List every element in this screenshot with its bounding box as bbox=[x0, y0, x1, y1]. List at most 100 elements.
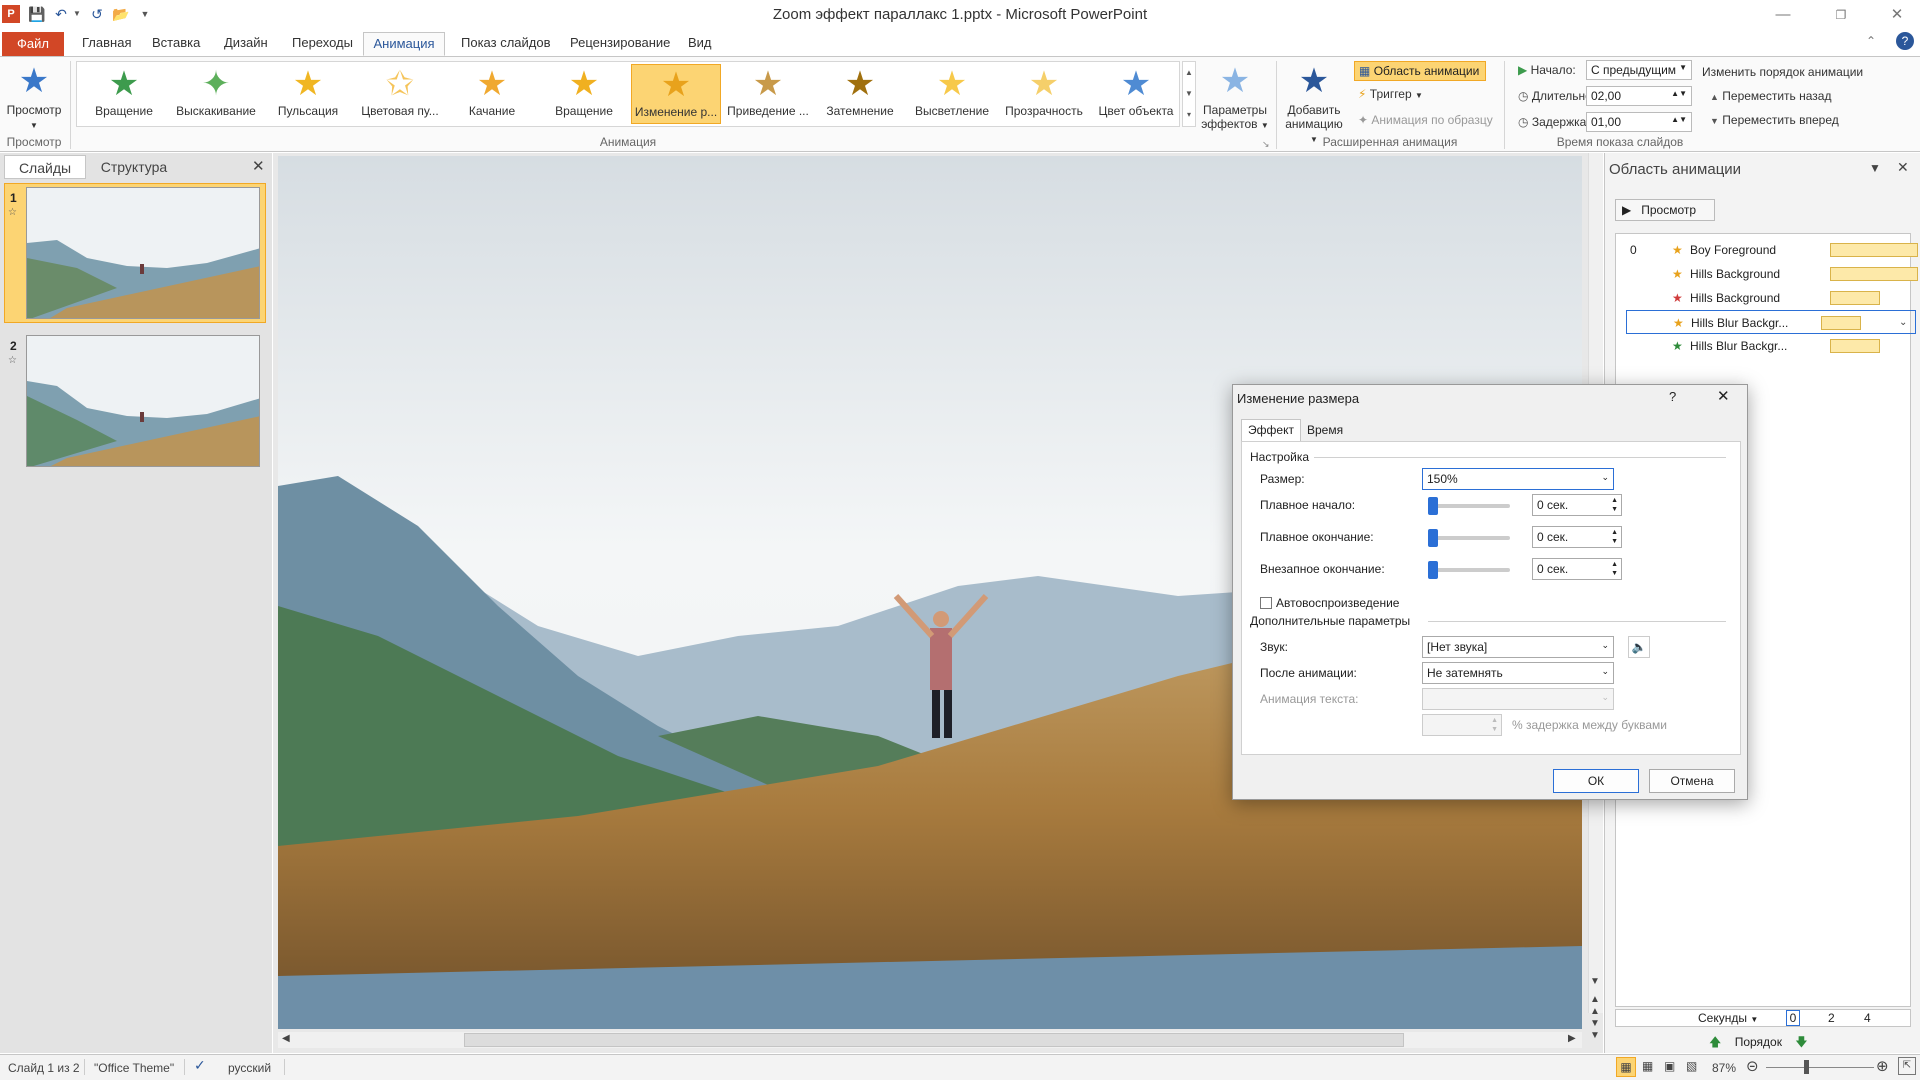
gallery-item-spin-2[interactable]: ★ Вращение bbox=[539, 64, 629, 124]
scroll-down-icon[interactable]: ▼ bbox=[1590, 976, 1600, 987]
list-item[interactable]: 0 ★ Boy Foreground bbox=[1626, 238, 1918, 262]
smooth-start-slider[interactable] bbox=[1432, 504, 1510, 508]
reading-view-icon[interactable]: ▣ bbox=[1664, 1059, 1675, 1073]
close-pane-icon[interactable]: ✕ bbox=[1897, 159, 1909, 176]
scroll-left-icon[interactable]: ◀ bbox=[282, 1033, 290, 1044]
theme-name[interactable]: "Office Theme" bbox=[94, 1061, 174, 1075]
tab-effect[interactable]: Эффект bbox=[1241, 419, 1301, 441]
smooth-start-input[interactable]: 0 сек. ▲ ▼ bbox=[1532, 494, 1622, 516]
tab-animations[interactable]: Анимация bbox=[363, 32, 445, 56]
ok-button[interactable]: ОК bbox=[1553, 769, 1639, 793]
dialog-close-icon[interactable]: ✕ bbox=[1717, 387, 1730, 405]
horizontal-scrollbar[interactable]: ◀ ▶ bbox=[278, 1032, 1582, 1048]
list-item[interactable]: ★ Hills Blur Backgr... bbox=[1626, 334, 1916, 358]
timing-bar[interactable] bbox=[1821, 316, 1861, 330]
restore-icon[interactable]: ❐ bbox=[1818, 0, 1864, 30]
zoom-level[interactable]: 87% bbox=[1712, 1061, 1736, 1075]
list-item[interactable]: ★ Hills Background bbox=[1626, 262, 1918, 286]
autoreverse-checkbox[interactable] bbox=[1260, 597, 1272, 609]
close-icon[interactable]: ✕ bbox=[1874, 0, 1920, 30]
tab-view[interactable]: Вид bbox=[676, 32, 724, 56]
help-icon[interactable]: ? bbox=[1896, 32, 1914, 50]
fit-to-window-icon[interactable]: ⇱ bbox=[1898, 1057, 1916, 1075]
scroll-thumb[interactable] bbox=[464, 1033, 1404, 1047]
animation-pane-button[interactable]: ▦ Область анимации bbox=[1354, 61, 1486, 81]
smooth-start-knob[interactable] bbox=[1428, 497, 1438, 515]
list-item[interactable]: ★ Hills Background bbox=[1626, 286, 1916, 310]
cancel-button[interactable]: Отмена bbox=[1649, 769, 1735, 793]
tab-insert[interactable]: Вставка bbox=[140, 32, 212, 56]
gallery-item-desaturate[interactable]: ★ Приведение ... bbox=[723, 64, 813, 124]
after-animation-select[interactable]: Не затемнять ⌄ bbox=[1422, 662, 1614, 684]
minimize-icon[interactable]: — bbox=[1760, 0, 1806, 30]
gallery-scroll[interactable]: ▲ ▼ ▾ bbox=[1182, 61, 1196, 127]
close-panel-icon[interactable]: ✕ bbox=[252, 157, 265, 175]
gallery-item-color-pulse[interactable]: ✩ Цветовая пу... bbox=[355, 64, 445, 124]
bounce-end-knob[interactable] bbox=[1428, 561, 1438, 579]
preview-button[interactable]: ★ Просмотр ▼ bbox=[2, 61, 66, 131]
timing-bar[interactable] bbox=[1830, 243, 1918, 257]
language[interactable]: русский bbox=[228, 1061, 271, 1075]
seconds-dropdown[interactable]: Секунды ▼ bbox=[1698, 1011, 1758, 1025]
play-button[interactable]: ▶ Просмотр bbox=[1615, 199, 1715, 221]
size-combo[interactable]: 150% ⌄ bbox=[1422, 468, 1614, 490]
item-dropdown-icon[interactable]: ⌄ bbox=[1899, 311, 1907, 335]
tab-transitions[interactable]: Переходы bbox=[280, 32, 365, 56]
move-later-button[interactable]: ▼ Переместить вперед bbox=[1710, 113, 1839, 127]
dialog-launcher-icon[interactable]: ↘ bbox=[1262, 139, 1270, 150]
gallery-item-pop[interactable]: ✦ Выскакивание bbox=[171, 64, 261, 124]
tab-outline[interactable]: Структура bbox=[88, 155, 180, 179]
timing-bar[interactable] bbox=[1830, 267, 1918, 281]
normal-view-icon[interactable]: ▦ bbox=[1616, 1057, 1636, 1077]
smooth-end-input[interactable]: 0 сек. ▲ ▼ bbox=[1532, 526, 1622, 548]
add-animation-button[interactable]: ★ Добавить анимацию ▼ bbox=[1280, 61, 1348, 145]
timing-bar[interactable] bbox=[1830, 291, 1880, 305]
next-slide-icon[interactable]: ▼ ▼ bbox=[1590, 1018, 1600, 1042]
move-earlier-button[interactable]: ▲ Переместить назад bbox=[1710, 89, 1831, 103]
slide-thumbnail-1[interactable] bbox=[26, 187, 260, 319]
gallery-item-spin[interactable]: ★ Вращение bbox=[79, 64, 169, 124]
speaker-icon[interactable]: 🔈 bbox=[1628, 636, 1650, 658]
animation-painter-button[interactable]: ✦ Анимация по образцу bbox=[1358, 113, 1493, 127]
gallery-item-teeter[interactable]: ★ Качание bbox=[447, 64, 537, 124]
effect-options-button[interactable]: ★ Параметры эффектов ▼ bbox=[1198, 61, 1272, 131]
gallery-item-grow-shrink[interactable]: ★ Изменение р... bbox=[631, 64, 721, 124]
move-up-icon[interactable]: 🡅 bbox=[1709, 1035, 1721, 1049]
gallery-item-transparency[interactable]: ★ Прозрачность bbox=[999, 64, 1089, 124]
smooth-end-knob[interactable] bbox=[1428, 529, 1438, 547]
delay-input[interactable]: 01,00 ▲▼ bbox=[1586, 112, 1692, 132]
bounce-end-input[interactable]: 0 сек. ▲ ▼ bbox=[1532, 558, 1622, 580]
start-select[interactable]: С предыдущим ▼ bbox=[1586, 60, 1692, 80]
duration-input[interactable]: 02,00 ▲▼ bbox=[1586, 86, 1692, 106]
gallery-item-darken[interactable]: ★ Затемнение bbox=[815, 64, 905, 124]
zoom-slider-knob[interactable] bbox=[1804, 1060, 1809, 1074]
slide-sorter-icon[interactable]: ▦ bbox=[1642, 1059, 1653, 1073]
pane-menu-icon[interactable]: ▼ bbox=[1869, 161, 1881, 175]
timing-bar[interactable] bbox=[1830, 339, 1880, 353]
list-item-selected[interactable]: ★ Hills Blur Backgr... ⌄ bbox=[1626, 310, 1916, 334]
tab-timing[interactable]: Время bbox=[1307, 423, 1343, 437]
zoom-out-icon[interactable]: ⊝ bbox=[1746, 1057, 1759, 1075]
sound-select[interactable]: [Нет звука] ⌄ bbox=[1422, 636, 1614, 658]
prev-slide-icon[interactable]: ▲ ▲ bbox=[1590, 994, 1600, 1018]
gallery-item-lighten[interactable]: ★ Высветление bbox=[907, 64, 997, 124]
zoom-slider[interactable] bbox=[1766, 1067, 1874, 1068]
zoom-in-icon[interactable]: ⊕ bbox=[1876, 1057, 1889, 1075]
scroll-right-icon[interactable]: ▶ bbox=[1568, 1033, 1576, 1044]
tab-design[interactable]: Дизайн bbox=[212, 32, 280, 56]
slideshow-view-icon[interactable]: ▧ bbox=[1686, 1059, 1697, 1073]
tab-home[interactable]: Главная bbox=[70, 32, 143, 56]
tab-slideshow[interactable]: Показ слайдов bbox=[449, 32, 563, 56]
trigger-button[interactable]: ⚡ Триггер ▼ bbox=[1358, 87, 1423, 101]
dialog-help-icon[interactable]: ? bbox=[1669, 389, 1676, 404]
spellcheck-icon[interactable]: ✓ bbox=[194, 1057, 206, 1074]
gallery-item-object-color[interactable]: ★ Цвет объекта bbox=[1091, 64, 1181, 124]
smooth-end-slider[interactable] bbox=[1432, 536, 1510, 540]
tab-file[interactable]: Файл bbox=[2, 32, 64, 56]
gallery-item-pulse[interactable]: ★ Пульсация bbox=[263, 64, 353, 124]
tab-review[interactable]: Рецензирование bbox=[558, 32, 682, 56]
move-down-icon[interactable]: 🡇 bbox=[1795, 1035, 1807, 1049]
collapse-ribbon-icon[interactable]: ⌃ bbox=[1866, 34, 1876, 48]
slide-thumbnail-2[interactable] bbox=[26, 335, 260, 467]
bounce-end-slider[interactable] bbox=[1432, 568, 1510, 572]
